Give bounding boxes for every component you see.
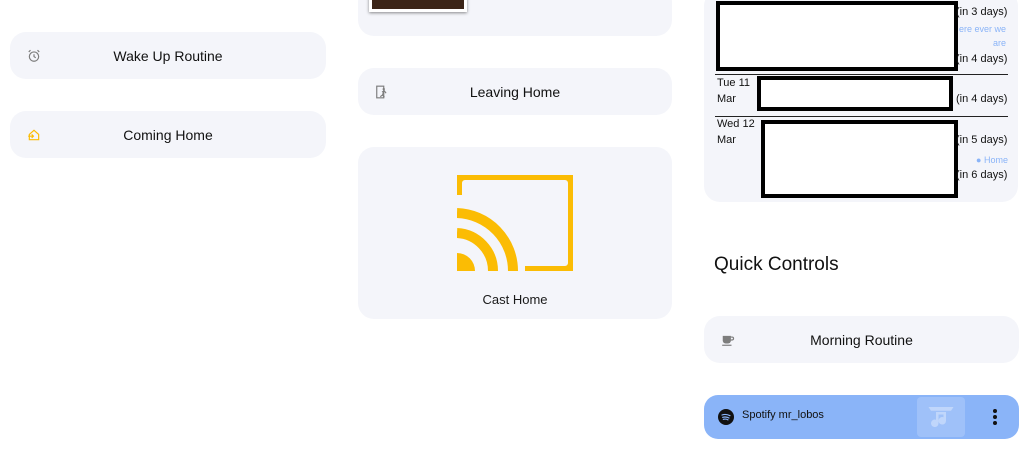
more-vertical-icon[interactable] [990,408,1000,426]
location-pin-icon: ● [976,155,982,165]
calendar-card: (in 3 days) ere ever we are (in 4 days) … [704,0,1018,202]
coming-home-button[interactable]: Coming Home [10,111,326,158]
leaving-home-button[interactable]: Leaving Home [358,68,672,115]
photo-thumbnail [369,0,467,12]
event-relative-time: (in 3 days) [956,6,1008,18]
coffee-icon [720,332,736,348]
cast-home-label: Cast Home [482,292,548,307]
morning-routine-button[interactable]: Morning Routine [704,316,1019,363]
event-relative-time: (in 4 days) [956,93,1008,105]
event-month: Mar [717,93,736,105]
media-player-card[interactable]: Spotify mr_lobos [704,395,1019,439]
cast-home-button[interactable]: Cast Home [358,147,672,319]
redacted-event [761,120,958,198]
home-import-icon [26,127,42,143]
day-divider [715,116,1008,117]
wake-up-routine-button[interactable]: Wake Up Routine [10,32,326,79]
media-title: Spotify mr_lobos [742,409,824,421]
day-divider [715,74,1008,75]
redacted-event [757,76,953,111]
event-relative-time: (in 5 days) [956,134,1008,146]
exit-run-icon [374,84,390,100]
redacted-event [716,1,958,71]
event-day: Tue 11 [717,77,751,89]
leaving-home-label: Leaving Home [469,83,561,100]
event-relative-time: (in 6 days) [956,169,1008,181]
event-location: ● Home [976,155,1008,165]
morning-routine-label: Morning Routine [810,331,913,348]
event-day: Wed 12 [717,118,755,130]
event-location: ere ever we are [958,24,1006,48]
alarm-clock-icon [26,48,42,64]
quick-controls-title: Quick Controls [714,254,839,275]
event-relative-time: (in 4 days) [956,53,1008,65]
spotify-icon [718,409,734,430]
cast-icon [452,170,578,276]
wake-up-routine-label: Wake Up Routine [113,47,223,64]
coming-home-label: Coming Home [123,126,213,143]
event-month: Mar [717,134,736,146]
music-note-icon [917,397,965,437]
